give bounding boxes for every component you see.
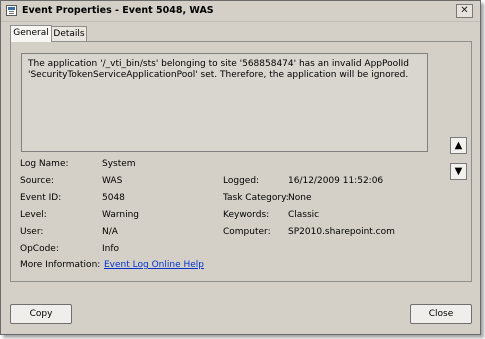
arrow-down-icon: ▼ bbox=[454, 166, 463, 177]
level-value: Warning bbox=[102, 210, 140, 220]
title-bar[interactable]: Event Properties - Event 5048, WAS ✕ bbox=[1, 1, 480, 22]
logged-value: 16/12/2009 11:52:06 bbox=[288, 176, 384, 186]
tab-details[interactable]: Details bbox=[51, 26, 87, 42]
level-label: Level: bbox=[20, 210, 47, 220]
log-name-value: System bbox=[102, 159, 136, 169]
window-title: Event Properties - Event 5048, WAS bbox=[22, 5, 214, 16]
window-close-button[interactable]: ✕ bbox=[456, 4, 473, 18]
opcode-value: Info bbox=[102, 244, 120, 254]
event-id-value: 5048 bbox=[102, 193, 125, 203]
task-category-value: None bbox=[288, 193, 312, 203]
source-value: WAS bbox=[102, 176, 123, 186]
logged-label: Logged: bbox=[223, 176, 260, 186]
event-log-online-help-link[interactable]: Event Log Online Help bbox=[104, 260, 204, 270]
keywords-value: Classic bbox=[288, 210, 320, 220]
event-description[interactable]: The application '/_vti_bin/sts' belongin… bbox=[21, 53, 428, 152]
arrow-up-icon: ▲ bbox=[454, 140, 463, 151]
next-event-button[interactable]: ▼ bbox=[450, 163, 467, 180]
copy-button[interactable]: Copy bbox=[10, 304, 72, 324]
event-id-label: Event ID: bbox=[20, 193, 62, 203]
computer-value: SP2010.sharepoint.com bbox=[288, 227, 395, 237]
previous-event-button[interactable]: ▲ bbox=[450, 137, 467, 154]
user-label: User: bbox=[20, 227, 44, 237]
task-category-label: Task Category: bbox=[223, 193, 289, 203]
computer-label: Computer: bbox=[223, 227, 271, 237]
general-tab-panel: The application '/_vti_bin/sts' belongin… bbox=[10, 41, 472, 282]
keywords-label: Keywords: bbox=[223, 210, 270, 220]
user-value: N/A bbox=[102, 227, 118, 237]
log-name-label: Log Name: bbox=[20, 159, 69, 169]
close-button[interactable]: Close bbox=[410, 304, 472, 324]
tab-general[interactable]: General bbox=[10, 25, 52, 42]
more-information-label: More Information: bbox=[20, 260, 101, 270]
source-label: Source: bbox=[20, 176, 54, 186]
event-properties-window: Event Properties - Event 5048, WAS ✕ Gen… bbox=[0, 0, 481, 335]
event-viewer-icon bbox=[6, 5, 17, 16]
opcode-label: OpCode: bbox=[20, 244, 59, 254]
